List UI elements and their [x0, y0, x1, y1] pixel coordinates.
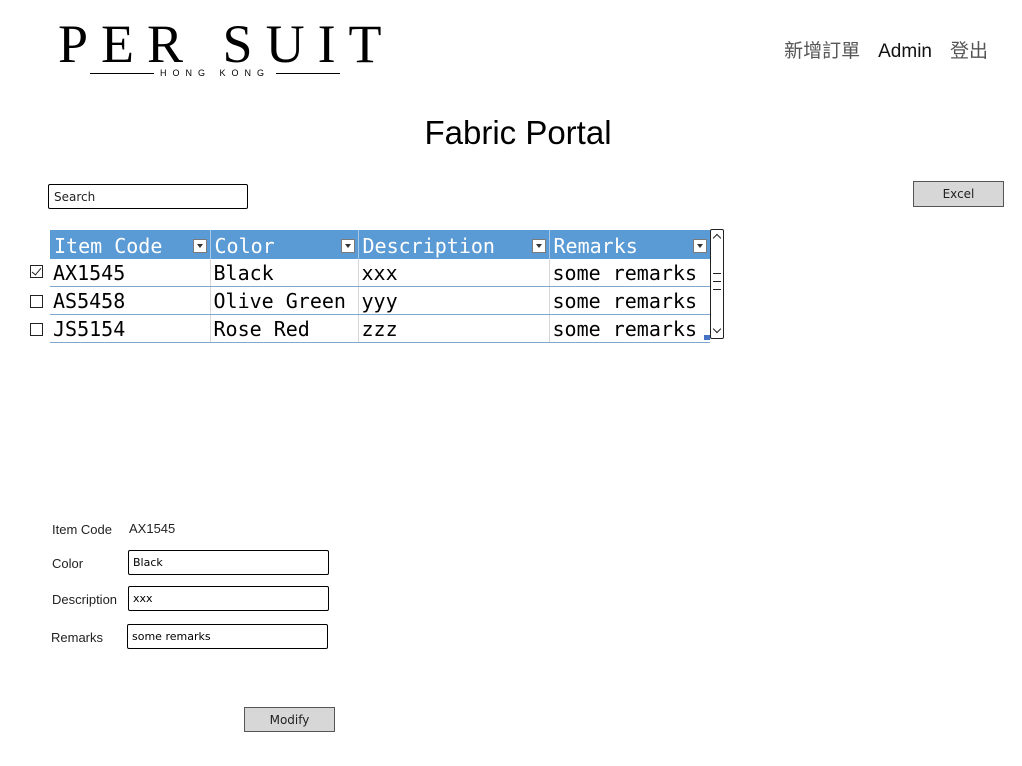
color-field[interactable]	[128, 550, 329, 575]
search-input[interactable]	[48, 184, 248, 209]
item-code-label: Item Code	[52, 522, 112, 537]
table-row[interactable]: AS5458 Olive Green yyy some remarks	[50, 286, 710, 315]
nav-new-order-link[interactable]: 新增訂單	[784, 36, 860, 63]
cell-item-code[interactable]: AS5458	[50, 286, 211, 315]
cell-description[interactable]: zzz	[358, 314, 550, 343]
cell-item-code[interactable]: JS5154	[50, 314, 211, 343]
dropdown-filter-icon[interactable]	[531, 239, 546, 253]
logo-subtitle-text: HONG KONG	[160, 68, 271, 78]
dropdown-filter-icon[interactable]	[340, 239, 355, 253]
column-header-remarks[interactable]: Remarks	[549, 230, 710, 259]
item-code-value: AX1545	[129, 521, 176, 536]
table-scrollbar[interactable]	[710, 229, 724, 339]
row-checkbox-1[interactable]	[30, 265, 43, 278]
nav-logout-link[interactable]: 登出	[950, 36, 988, 63]
logo-subtitle: HONG KONG	[90, 66, 341, 80]
logo-wordmark: PER SUIT	[58, 14, 395, 74]
column-header-label: Remarks	[553, 233, 638, 258]
table-row[interactable]: JS5154 Rose Red zzz some remarks	[50, 314, 710, 343]
dropdown-filter-icon[interactable]	[693, 239, 707, 253]
remarks-field[interactable]	[127, 624, 328, 649]
page-title: Fabric Portal	[424, 114, 612, 151]
column-header-label: Item Code	[54, 233, 163, 258]
nav-admin-link[interactable]: Admin	[878, 41, 932, 63]
description-label: Description	[52, 592, 118, 607]
column-header-item-code[interactable]: Item Code	[50, 230, 211, 259]
column-header-label: Color	[214, 233, 275, 258]
dropdown-filter-icon[interactable]	[192, 239, 207, 253]
column-header-description[interactable]: Description	[358, 230, 550, 259]
description-field[interactable]	[128, 586, 329, 611]
cell-color[interactable]: Olive Green	[210, 286, 359, 315]
brand-logo: PER SUIT HONG KONG	[58, 14, 382, 80]
cell-remarks[interactable]: some remarks	[549, 259, 710, 287]
scrollbar-thumb[interactable]	[712, 268, 722, 292]
table-header-row: Item Code Color Description Remarks	[50, 230, 710, 259]
chevron-up-icon[interactable]	[713, 233, 721, 241]
fabric-table: Item Code Color Description Remarks AX15…	[50, 230, 710, 343]
remarks-label: Remarks	[51, 630, 104, 645]
column-header-label: Description	[362, 233, 495, 258]
row-checkbox-3[interactable]	[30, 323, 43, 336]
table-row[interactable]: AX1545 Black xxx some remarks	[50, 259, 710, 287]
logo-rule-right	[276, 72, 341, 74]
cell-remarks[interactable]: some remarks	[549, 314, 710, 343]
cell-item-code[interactable]: AX1545	[50, 259, 211, 287]
row-checkbox-2[interactable]	[30, 295, 43, 308]
table-resize-handle[interactable]	[704, 335, 710, 340]
cell-remarks[interactable]: some remarks	[549, 286, 710, 315]
top-nav: 新增訂單 Admin 登出	[784, 36, 988, 63]
cell-color[interactable]: Black	[210, 259, 359, 287]
modify-button[interactable]: Modify	[244, 707, 335, 732]
cell-color[interactable]: Rose Red	[210, 314, 359, 343]
color-label: Color	[52, 556, 84, 571]
chevron-down-icon[interactable]	[713, 327, 721, 335]
logo-rule-left	[90, 72, 154, 74]
column-header-color[interactable]: Color	[210, 230, 359, 259]
excel-export-button[interactable]: Excel	[913, 181, 1004, 207]
cell-description[interactable]: xxx	[358, 259, 550, 287]
cell-description[interactable]: yyy	[358, 286, 550, 315]
